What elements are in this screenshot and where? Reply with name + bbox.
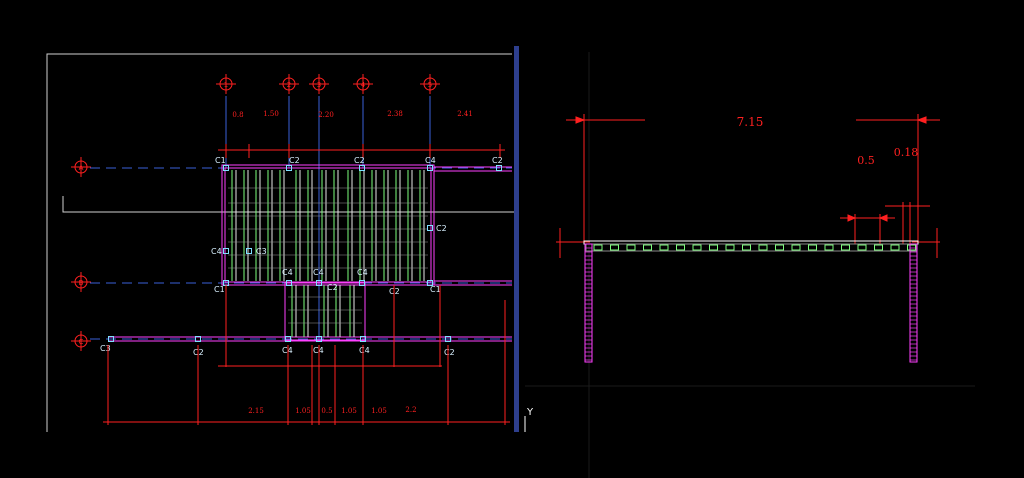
bottom-dim-1: 2.15 bbox=[248, 407, 264, 415]
slab-block bbox=[676, 244, 685, 251]
top-dim-2: 1.50 bbox=[263, 110, 279, 118]
col-label-c1: C3 bbox=[100, 344, 111, 353]
slab-block bbox=[874, 244, 883, 251]
slab-block bbox=[890, 244, 900, 251]
viewport-divider[interactable] bbox=[514, 46, 519, 432]
column-markers bbox=[108, 165, 502, 342]
col-label-c3: C4 bbox=[282, 346, 293, 355]
slab-block bbox=[742, 244, 751, 251]
edge-dimensions bbox=[840, 202, 930, 244]
slab-block bbox=[758, 244, 768, 251]
slab-block bbox=[775, 244, 784, 251]
col-label-a5: C2 bbox=[492, 156, 503, 165]
column-marker bbox=[223, 248, 229, 254]
col-label-mid-right: C2 bbox=[436, 224, 447, 233]
col-label-inner-b2: C4 bbox=[313, 268, 324, 277]
slab-block bbox=[808, 244, 817, 251]
slab-block bbox=[857, 244, 867, 251]
top-dim-4: 2.38 bbox=[387, 110, 403, 118]
slab-joist-blocks bbox=[593, 244, 916, 251]
svg-text:B: B bbox=[79, 279, 84, 287]
col-label-a3: C2 bbox=[354, 156, 365, 165]
col-label-a2: C2 bbox=[289, 156, 300, 165]
slab-block bbox=[907, 244, 916, 251]
col-label-mid-inner: C3 bbox=[256, 247, 267, 256]
slab-block bbox=[626, 244, 636, 251]
ucs-icon: Y bbox=[524, 407, 534, 432]
bottom-dim-5: 1.05 bbox=[371, 407, 387, 415]
bottom-dim-3: 0.5 bbox=[321, 407, 332, 415]
slab-block bbox=[824, 244, 834, 251]
top-dim-3: 2.20 bbox=[318, 111, 334, 119]
col-label-b3: C1 bbox=[430, 285, 441, 294]
span-dim-label: 7.15 bbox=[737, 115, 764, 129]
slab-block bbox=[610, 244, 619, 251]
beam-outline bbox=[108, 164, 512, 342]
section-cut-arrow bbox=[62, 196, 72, 213]
col-label-a4: C4 bbox=[425, 156, 436, 165]
top-dim-1: 0.8 bbox=[232, 111, 243, 119]
col-label-c4: C4 bbox=[313, 346, 324, 355]
col-label-inner-b4: C4 bbox=[357, 268, 368, 277]
column-marker bbox=[246, 248, 252, 254]
col-label-mid-left: C4 bbox=[211, 247, 222, 256]
svg-text:C: C bbox=[79, 338, 84, 346]
thickness-dim-label: 0.18 bbox=[894, 146, 919, 159]
slab-block bbox=[692, 244, 702, 251]
col-label-inner-b3: C2 bbox=[327, 283, 338, 292]
slab-block bbox=[643, 244, 652, 251]
col-label-c5: C4 bbox=[359, 346, 370, 355]
svg-text:Y: Y bbox=[526, 407, 534, 418]
col-label-inner-b1: C4 bbox=[282, 268, 293, 277]
col-label-c6: C2 bbox=[444, 348, 455, 357]
bottom-dim-6: 2.2 bbox=[405, 406, 416, 414]
section-walls bbox=[584, 243, 918, 363]
col-label-a1: C1 bbox=[215, 156, 226, 165]
span-dimension bbox=[566, 114, 940, 244]
slab-block bbox=[841, 244, 850, 251]
section-view: 7.15 0.5 0.18 bbox=[525, 52, 975, 478]
slab-block bbox=[709, 244, 718, 251]
col-label-b1: C1 bbox=[214, 285, 225, 294]
svg-text:A: A bbox=[79, 164, 84, 172]
column-marker bbox=[427, 225, 433, 231]
overhang-dim-label: 0.5 bbox=[857, 154, 875, 167]
cad-drawing-canvas[interactable]: 1 2 3 4 5 bbox=[0, 0, 1024, 478]
slab-block bbox=[791, 244, 801, 251]
joist-group-upper bbox=[228, 170, 428, 281]
bottom-dim-2: 1.05 bbox=[295, 407, 311, 415]
floor-plan-view: 1 2 3 4 5 bbox=[46, 46, 519, 432]
slab-block bbox=[659, 244, 669, 251]
top-dim-5: 2.41 bbox=[457, 110, 473, 118]
slab-block bbox=[593, 244, 603, 251]
slab-thickness-marks bbox=[556, 228, 940, 258]
bottom-dim-4: 1.05 bbox=[341, 407, 357, 415]
slab-block bbox=[725, 244, 735, 251]
joist-group-lower bbox=[288, 285, 362, 337]
